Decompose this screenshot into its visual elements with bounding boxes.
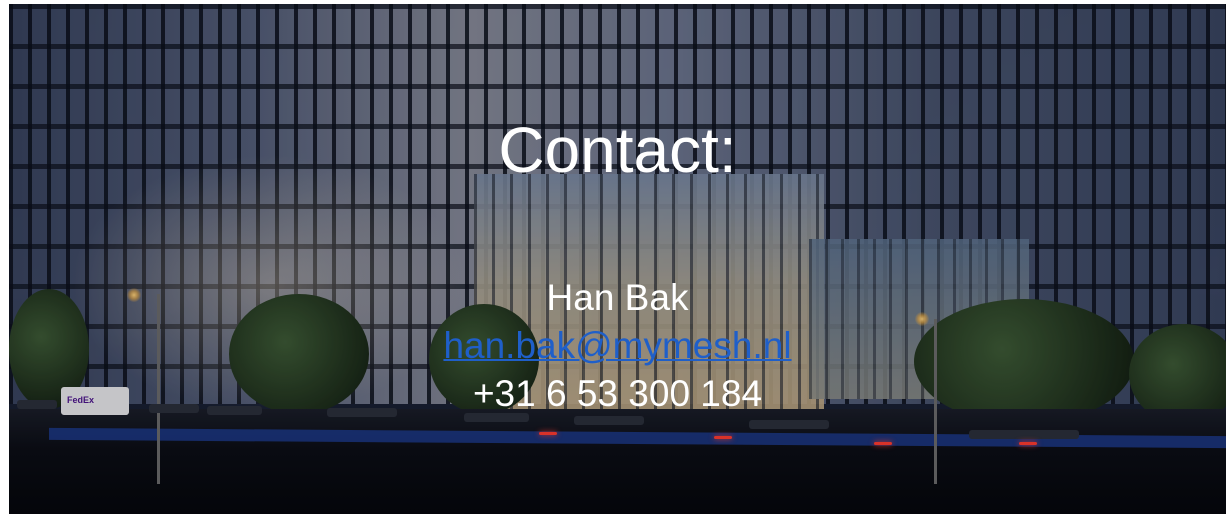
contact-email: han.bak@mymesh.nl xyxy=(9,324,1226,368)
contact-phone: +31 6 53 300 184 xyxy=(472,373,763,414)
contact-name: Han Bak xyxy=(546,277,689,318)
contact-slide: FedEx Contact: Han Bak han.bak@mymesh.nl… xyxy=(9,4,1226,514)
email-link[interactable]: han.bak@mymesh.nl xyxy=(443,325,791,366)
slide-title: Contact: xyxy=(498,114,737,186)
